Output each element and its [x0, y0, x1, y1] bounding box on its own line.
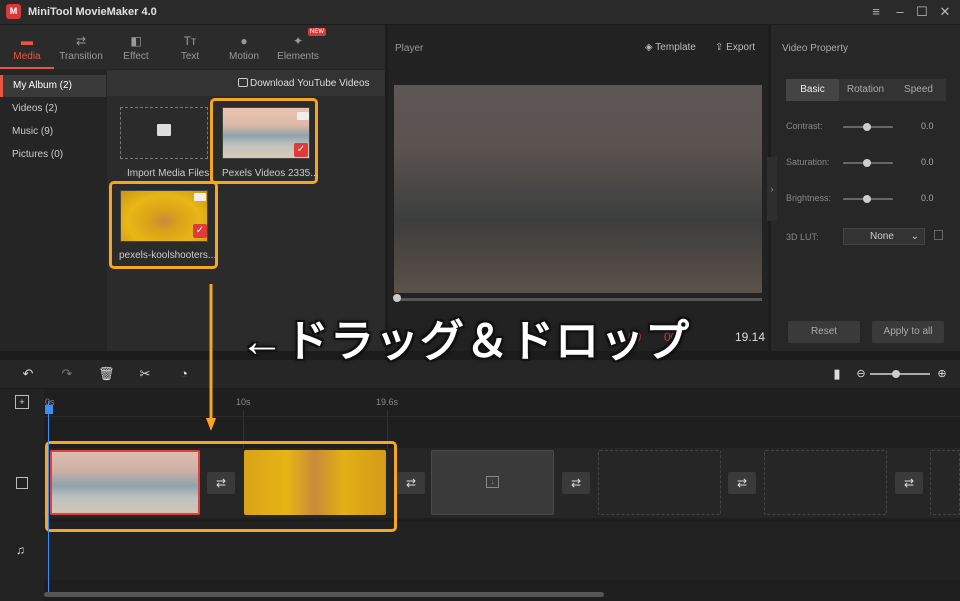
tick-label: 10s	[236, 397, 251, 407]
app-title: MiniTool MovieMaker 4.0	[28, 6, 157, 18]
tab-rotation[interactable]: Rotation	[839, 79, 892, 101]
tab-media[interactable]: ▬ Media	[0, 25, 54, 69]
film-icon	[16, 477, 28, 489]
album-sidebar: My Album (2) Videos (2) Music (9) Pictur…	[0, 70, 106, 351]
video-camera-icon	[194, 193, 206, 201]
time-total: 19.14	[735, 330, 766, 344]
app-logo-icon: M	[6, 4, 21, 19]
property-panel	[771, 25, 960, 351]
export-button[interactable]: ⇪ Export	[715, 42, 755, 53]
empty-clip-slot[interactable]	[930, 450, 960, 515]
tab-text[interactable]: Tт Text	[163, 25, 217, 69]
music-note-icon: ♫	[16, 543, 25, 557]
template-button[interactable]: ◈ Template	[645, 42, 696, 53]
drag-arrow	[206, 284, 216, 431]
player-label: Player	[395, 43, 424, 54]
zoom-slider[interactable]	[870, 373, 930, 375]
transition-swap-icon[interactable]: ⇄	[397, 472, 425, 494]
media-caption: pexels-koolshooters...	[119, 250, 217, 261]
import-media-label: Import Media Files	[127, 168, 210, 179]
trash-icon[interactable]	[934, 230, 943, 240]
tab-basic[interactable]: Basic	[786, 79, 839, 101]
tab-effect[interactable]: ◧ Effect	[109, 25, 163, 69]
scissors-icon[interactable]: ✂	[137, 366, 153, 382]
maximize-icon[interactable]: ☐	[914, 4, 930, 20]
timeline-highlight	[45, 441, 397, 532]
apply-to-all-button[interactable]: Apply to all	[872, 321, 944, 343]
album-item-pictures[interactable]: Pictures (0)	[0, 144, 106, 166]
chevron-right-icon[interactable]: ›	[767, 157, 777, 221]
contrast-label: Contrast:	[786, 121, 823, 131]
speed-icon[interactable]: ◔	[176, 366, 192, 382]
drop-here-icon: ↓	[486, 476, 499, 488]
drag-drop-annotation: ←ドラッグ＆ドロップ	[240, 317, 690, 366]
property-title: Video Property	[782, 43, 848, 54]
zoom-out-icon[interactable]: ⊖	[853, 366, 869, 382]
app-window: M MiniTool MovieMaker 4.0 ≡ – ☐ ✕ ▬ Medi…	[0, 0, 960, 601]
close-icon[interactable]: ✕	[937, 4, 953, 20]
contrast-value: 0.0	[921, 121, 934, 131]
timeline-scrollbar[interactable]	[44, 592, 604, 597]
upload-icon: ⇪	[715, 42, 727, 53]
effect-icon: ◧	[130, 34, 142, 48]
reset-button[interactable]: Reset	[788, 321, 860, 343]
tab-speed[interactable]: Speed	[892, 79, 945, 101]
text-icon: Tт	[183, 34, 197, 48]
seek-handle[interactable]	[393, 294, 401, 302]
playhead-handle[interactable]	[45, 405, 53, 414]
zoom-knob[interactable]	[892, 370, 900, 378]
fit-icon[interactable]: ▮	[829, 366, 845, 382]
layers-icon: ◈	[645, 42, 656, 53]
trash-icon[interactable]: 🗑	[98, 366, 115, 382]
album-item-music[interactable]: Music (9)	[0, 121, 106, 143]
seek-bar[interactable]	[394, 298, 762, 301]
checkmark-icon[interactable]: ✓	[193, 224, 207, 238]
zoom-in-icon[interactable]: ⊕	[934, 366, 950, 382]
menu-icon[interactable]: ≡	[868, 4, 884, 20]
minimize-icon[interactable]: –	[892, 4, 908, 20]
video-camera-icon	[297, 112, 309, 120]
playhead[interactable]	[48, 401, 49, 596]
album-item-videos[interactable]: Videos (2)	[0, 98, 106, 120]
chevron-down-icon: ⌄	[910, 231, 919, 242]
add-track-icon[interactable]: +	[15, 395, 29, 409]
main-toolbar: ▬ Media ⇄ Transition ◧ Effect Tт Text ● …	[0, 25, 385, 69]
folder-icon	[157, 124, 171, 136]
lut-label: 3D LUT:	[786, 232, 819, 242]
checkmark-icon[interactable]: ✓	[294, 143, 308, 157]
saturation-label: Saturation:	[786, 157, 830, 167]
undo-icon[interactable]: ↶	[20, 366, 36, 382]
elements-icon: ✦	[292, 34, 304, 48]
transition-swap-icon[interactable]: ⇄	[895, 472, 923, 494]
track-headers	[0, 389, 44, 601]
media-caption: Pexels Videos 2335...	[222, 168, 319, 179]
time-ruler[interactable]	[44, 389, 960, 417]
transition-swap-icon[interactable]: ⇄	[562, 472, 590, 494]
tick-label: 19.6s	[376, 397, 399, 407]
download-youtube-button[interactable]: Download YouTube Videos	[250, 78, 370, 89]
saturation-value: 0.0	[921, 157, 934, 167]
brightness-value: 0.0	[921, 193, 934, 203]
contrast-knob[interactable]	[863, 123, 871, 131]
redo-icon[interactable]: ↷	[59, 366, 75, 382]
youtube-icon[interactable]	[238, 78, 248, 87]
motion-icon: ●	[240, 34, 248, 48]
empty-clip-slot[interactable]	[598, 450, 721, 515]
brightness-label: Brightness:	[786, 193, 832, 203]
tab-transition[interactable]: ⇄ Transition	[54, 25, 108, 69]
new-badge: NEW	[308, 28, 326, 36]
video-preview[interactable]	[394, 85, 762, 293]
empty-clip-slot[interactable]	[764, 450, 887, 515]
folder-icon: ▬	[21, 34, 33, 48]
transition-swap-icon[interactable]: ⇄	[728, 472, 756, 494]
saturation-knob[interactable]	[863, 159, 871, 167]
lut-select[interactable]: None ⌄	[843, 228, 925, 245]
transition-icon: ⇄	[75, 34, 87, 48]
brightness-knob[interactable]	[863, 195, 871, 203]
tab-motion[interactable]: ● Motion	[217, 25, 271, 69]
album-item-my-album[interactable]: My Album (2)	[0, 75, 106, 97]
